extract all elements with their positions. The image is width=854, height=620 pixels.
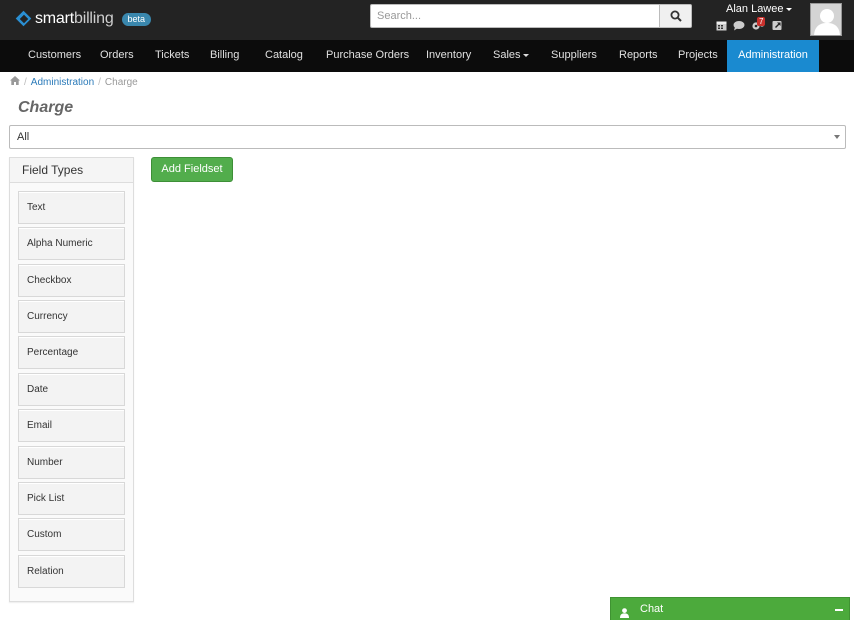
nav-administration[interactable]: Administration [727, 40, 819, 72]
external-link-icon[interactable] [772, 20, 783, 31]
nav-projects[interactable]: Projects [678, 40, 718, 72]
user-silhouette-icon [811, 4, 841, 35]
field-type-number[interactable]: Number [18, 446, 125, 479]
chat-label: Chat [640, 603, 664, 615]
search-icon [670, 10, 682, 22]
field-type-checkbox[interactable]: Checkbox [18, 264, 125, 297]
chat-widget[interactable]: Chat [610, 597, 850, 620]
user-name-dropdown[interactable]: Alan Lawee [716, 3, 806, 15]
calendar-icon[interactable] [716, 20, 727, 31]
breadcrumb: / Administration / Charge [10, 76, 138, 88]
nav-billing[interactable]: Billing [210, 40, 239, 72]
page-title: Charge [18, 99, 74, 116]
field-type-custom[interactable]: Custom [18, 518, 125, 551]
nav-reports[interactable]: Reports [619, 40, 658, 72]
breadcrumb-administration[interactable]: Administration [31, 77, 94, 88]
field-type-text[interactable]: Text [18, 191, 125, 224]
nav-sales[interactable]: Sales [493, 40, 529, 72]
nav-suppliers[interactable]: Suppliers [551, 40, 597, 72]
search-input[interactable] [370, 4, 660, 28]
search-bar [370, 4, 692, 28]
avatar[interactable] [810, 3, 842, 36]
field-type-alpha-numeric[interactable]: Alpha Numeric [18, 227, 125, 260]
nav-orders[interactable]: Orders [100, 40, 134, 72]
logo-text: smartbilling [35, 10, 114, 27]
breadcrumb-current: Charge [104, 76, 138, 88]
gears-icon[interactable]: 7 [751, 17, 766, 31]
field-type-relation[interactable]: Relation [18, 555, 125, 588]
nav-purchase-orders[interactable]: Purchase Orders [326, 40, 409, 72]
home-icon[interactable] [10, 76, 20, 88]
logo-diamond-icon [15, 10, 32, 27]
breadcrumb-separator: / [98, 76, 101, 88]
breadcrumb-separator: / [24, 76, 27, 88]
caret-down-icon [834, 135, 840, 139]
field-types-title: Field Types [10, 158, 133, 183]
field-type-percentage[interactable]: Percentage [18, 336, 125, 369]
top-header: smartbilling beta Alan Lawee 7 [0, 0, 854, 40]
smartbilling-logo[interactable]: smartbilling beta [15, 10, 152, 28]
nav-catalog[interactable]: Catalog [265, 40, 303, 72]
field-type-email[interactable]: Email [18, 409, 125, 442]
main-nav: Customers Orders Tickets Billing Catalog… [0, 40, 854, 72]
user-icon [620, 604, 629, 620]
minimize-icon[interactable] [835, 609, 843, 611]
user-menu: Alan Lawee 7 [716, 3, 806, 31]
field-type-date[interactable]: Date [18, 373, 125, 406]
field-type-currency[interactable]: Currency [18, 300, 125, 333]
field-types-panel: Field Types Text Alpha Numeric Checkbox … [9, 157, 134, 602]
search-button[interactable] [660, 4, 692, 28]
field-type-pick-list[interactable]: Pick List [18, 482, 125, 515]
nav-sales-label: Sales [493, 49, 521, 61]
nav-tickets[interactable]: Tickets [155, 40, 189, 72]
caret-down-icon [785, 7, 792, 11]
chat-bubble-icon[interactable] [733, 20, 745, 31]
nav-inventory[interactable]: Inventory [426, 40, 471, 72]
add-fieldset-button[interactable]: Add Fieldset [151, 157, 233, 182]
filter-select-value: All [17, 131, 30, 143]
nav-customers[interactable]: Customers [28, 40, 81, 72]
filter-select[interactable]: All [9, 125, 846, 149]
beta-badge: beta [121, 12, 152, 26]
notification-count-badge: 7 [757, 17, 766, 26]
caret-down-icon [522, 53, 529, 57]
